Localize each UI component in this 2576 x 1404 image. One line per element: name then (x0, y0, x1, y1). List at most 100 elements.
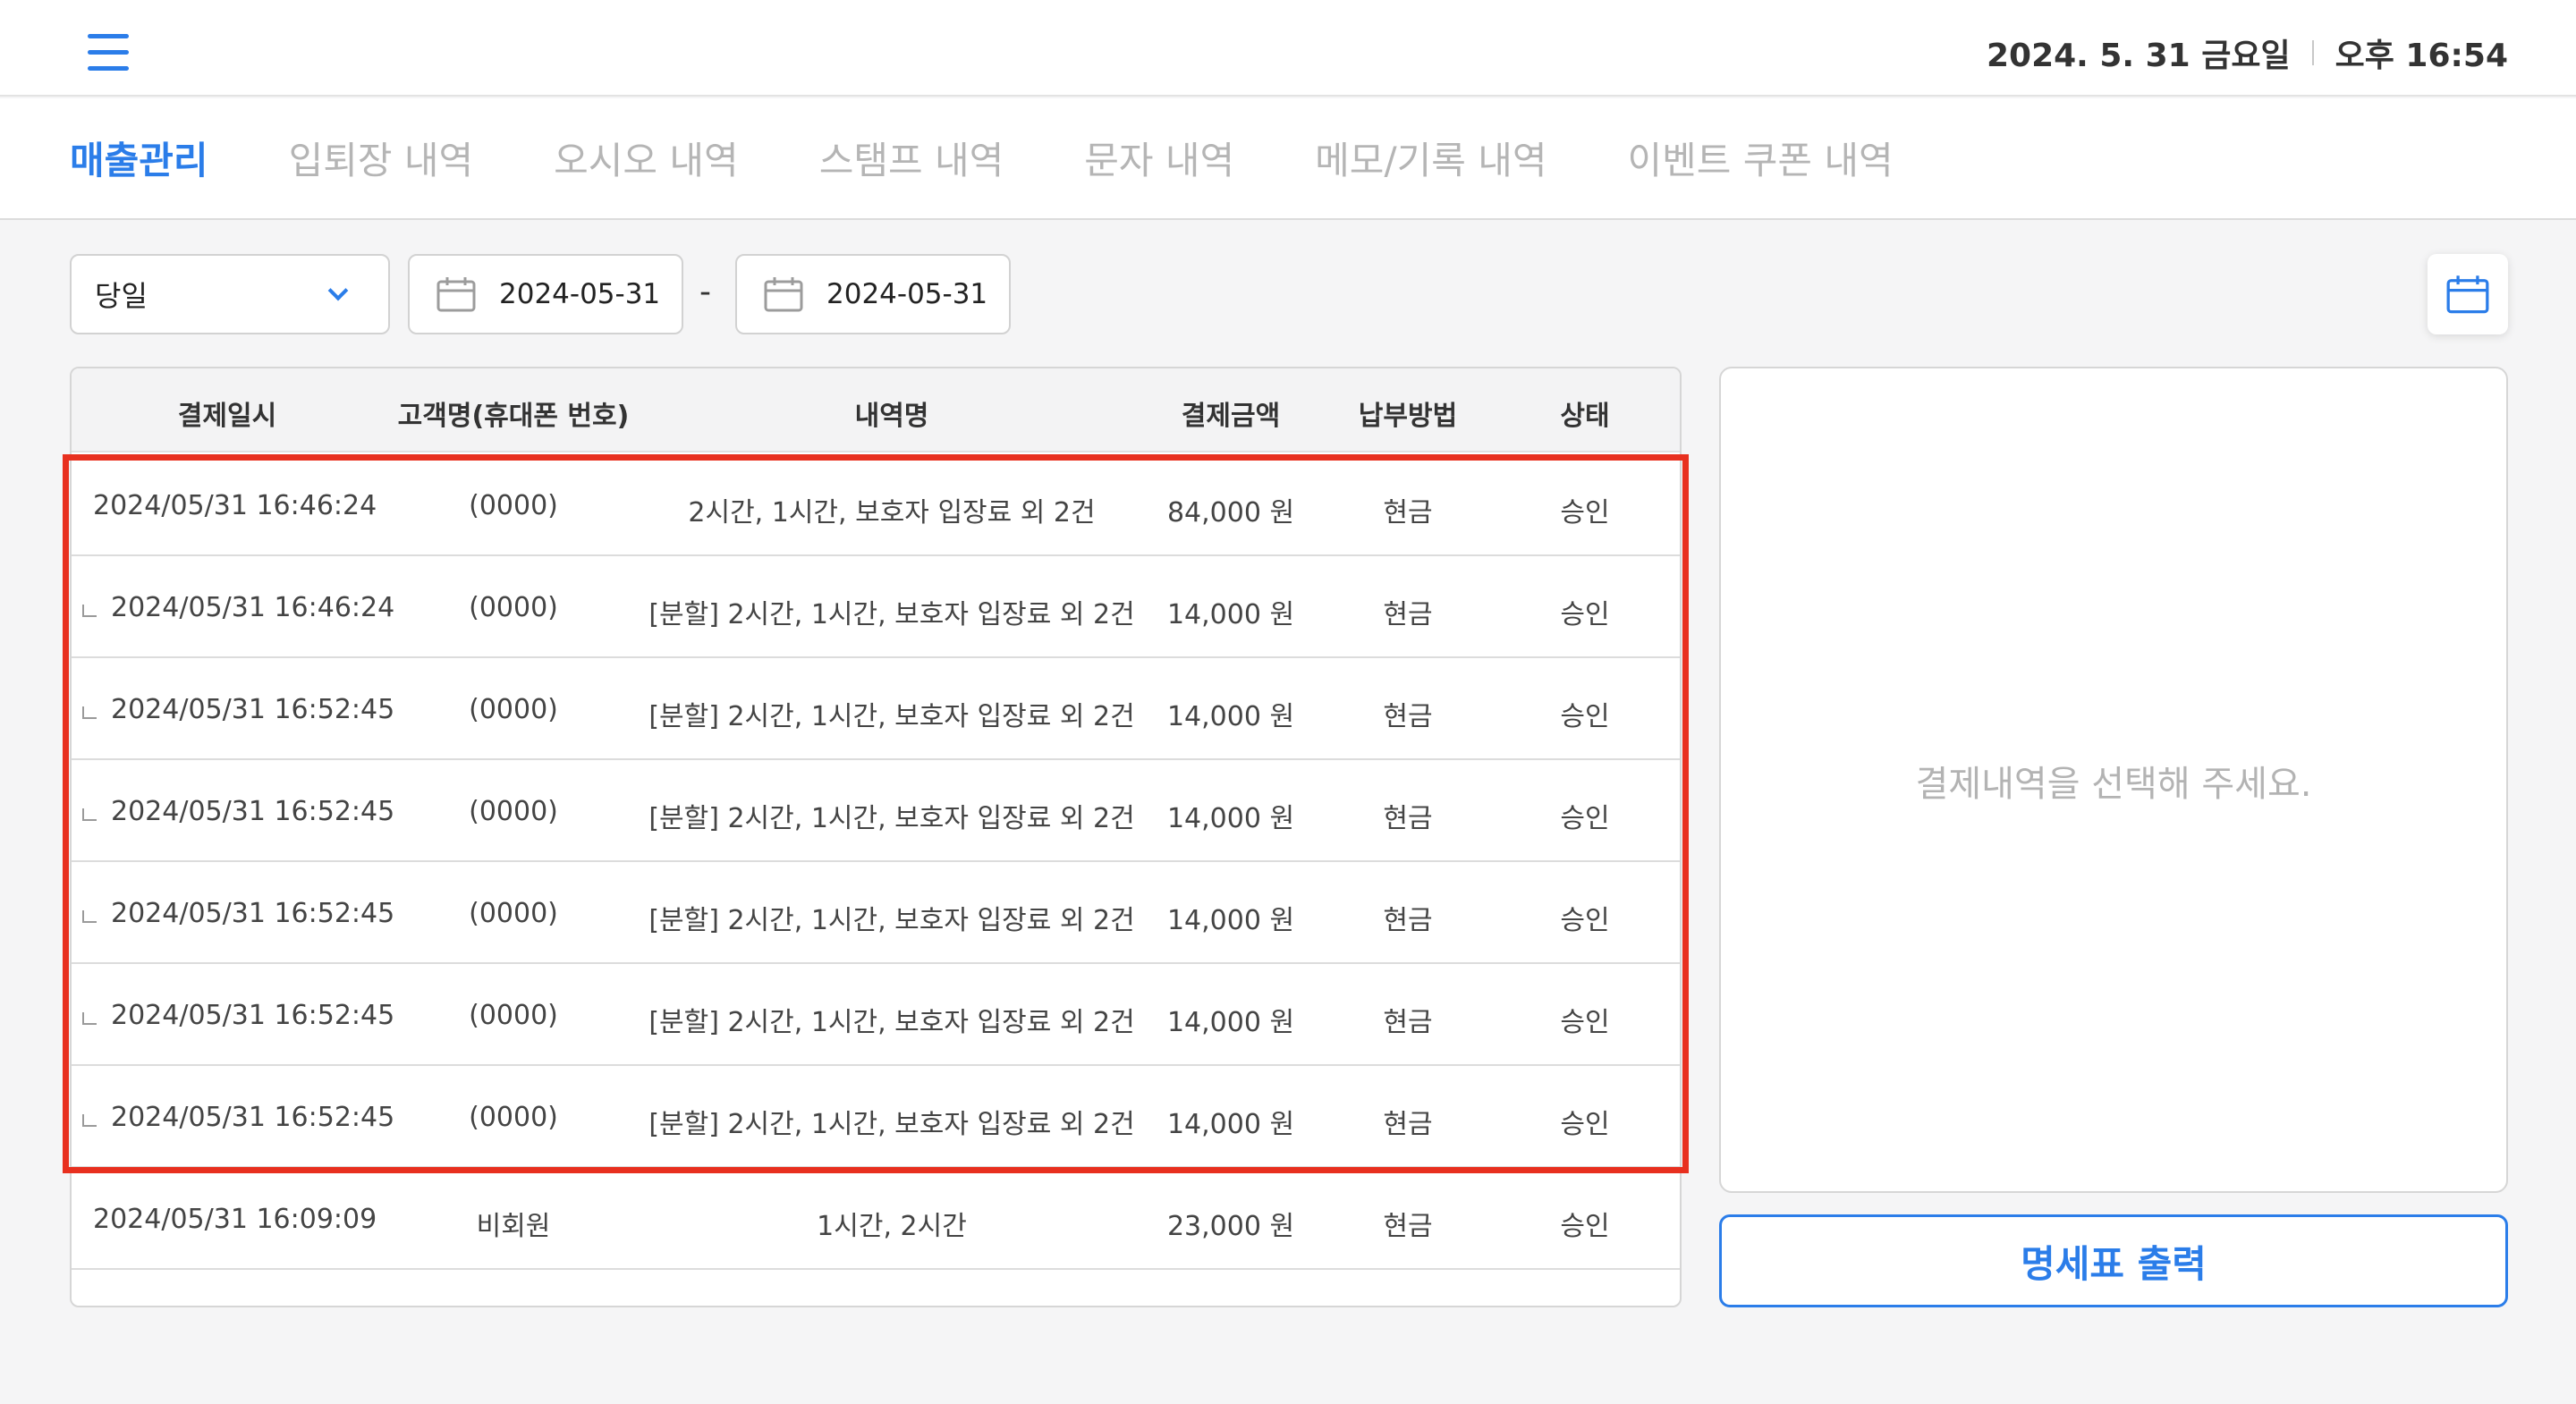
menu-icon[interactable] (88, 34, 132, 72)
tab-1[interactable]: 입퇴장 내역 (289, 131, 474, 185)
table-row-split[interactable]: 2024/05/31 16:52:45 (0000) [분할] 2시간, 1시간, … (72, 1066, 1680, 1168)
start-date-value: 2024-05-31 (499, 278, 661, 310)
cell-status: 승인 (1560, 803, 1610, 834)
cell-amount: 84,000 원 (1166, 497, 1295, 529)
clock: 2024. 5. 31 금요일 오후 16:54 (1987, 30, 2508, 75)
cell-method: 현금 (1383, 599, 1433, 630)
cell-method: 현금 (1383, 905, 1433, 936)
split-arrow-icon (82, 605, 97, 617)
table-row-split[interactable]: 2024/05/31 16:46:24 (0000) [분할] 2시간, 1시간, … (72, 556, 1680, 658)
tab-list: 매출관리 입퇴장 내역 오시오 내역 스탬프 내역 문자 내역 메모/기록 내역 이벤트 쿠… (70, 131, 1974, 185)
table-header: 결제일시 고객명(휴대폰 번호) 내역명 결제금액 납부방법 상태 (72, 368, 1680, 452)
cell-status: 승인 (1560, 701, 1610, 732)
chevron-down-icon (327, 280, 349, 301)
tab-2[interactable]: 오시오 내역 (554, 131, 739, 185)
calendar-icon (764, 276, 803, 312)
cell-item: [분할] 2시간, 1시간, 보호자 입장료 외 2건 (648, 905, 1135, 936)
cell-status: 승인 (1560, 1109, 1610, 1140)
top-bar: 2024. 5. 31 금요일 오후 16:54 (0, 0, 2576, 97)
cell-amount: 14,000 원 (1166, 803, 1295, 834)
cell-method: 현금 (1383, 803, 1433, 834)
cell-amount: 14,000 원 (1166, 1109, 1295, 1140)
cell-item: [분할] 2시간, 1시간, 보호자 입장료 외 2건 (648, 599, 1135, 630)
cell-amount: 14,000 원 (1166, 701, 1295, 732)
cell-method: 현금 (1383, 1109, 1433, 1140)
cell-customer: (0000) (469, 490, 558, 521)
payments-table: 결제일시 고객명(휴대폰 번호) 내역명 결제금액 납부방법 상태 2024/0… (70, 367, 1682, 1307)
cell-datetime: 2024/05/31 16:52:45 (111, 1000, 395, 1031)
table-row[interactable]: 2024/05/31 16:46:24 (0000) 2시간, 1시간, 보호자 입… (72, 454, 1680, 556)
current-time: 오후 16:54 (2334, 38, 2508, 74)
cell-status: 승인 (1560, 1007, 1610, 1038)
cell-status: 승인 (1560, 497, 1610, 529)
table-row-split[interactable]: 2024/05/31 16:52:45 (0000) [분할] 2시간, 1시간, … (72, 658, 1680, 760)
clock-divider (2311, 40, 2314, 65)
split-arrow-icon (82, 910, 97, 923)
tab-6[interactable]: 이벤트 쿠폰 내역 (1628, 131, 1894, 185)
cell-customer: (0000) (469, 898, 558, 929)
cell-customer: (0000) (469, 592, 558, 623)
column-header-amount: 결제금액 (1181, 401, 1281, 432)
cell-datetime: 2024/05/31 16:52:45 (111, 796, 395, 827)
cell-amount: 14,000 원 (1166, 905, 1295, 936)
end-date-field[interactable]: 2024-05-31 (735, 254, 1011, 334)
cell-amount: 14,000 원 (1166, 1007, 1295, 1038)
column-header-datetime: 결제일시 (177, 401, 277, 432)
cell-datetime: 2024/05/31 16:52:45 (111, 898, 395, 929)
calendar-button[interactable] (2428, 254, 2508, 334)
column-header-status: 상태 (1560, 401, 1610, 432)
cell-datetime: 2024/05/31 16:09:09 (93, 1204, 377, 1235)
split-arrow-icon (82, 808, 97, 821)
split-arrow-icon (82, 706, 97, 719)
print-statement-button[interactable]: 명세표 출력 (1719, 1214, 2508, 1307)
cell-datetime: 2024/05/31 16:46:24 (93, 490, 377, 521)
cell-customer: (0000) (469, 1000, 558, 1031)
period-select-value: 당일 (95, 279, 148, 313)
cell-customer: (0000) (469, 796, 558, 827)
period-select[interactable]: 당일 (70, 254, 390, 334)
split-arrow-icon (82, 1114, 97, 1127)
cell-item: [분할] 2시간, 1시간, 보호자 입장료 외 2건 (648, 803, 1135, 834)
cell-item: [분할] 2시간, 1시간, 보호자 입장료 외 2건 (648, 701, 1135, 732)
table-row-split[interactable]: 2024/05/31 16:52:45 (0000) [분할] 2시간, 1시간, … (72, 862, 1680, 964)
cell-item: 2시간, 1시간, 보호자 입장료 외 2건 (688, 497, 1096, 529)
split-arrow-icon (82, 1012, 97, 1025)
end-date-value: 2024-05-31 (826, 278, 988, 310)
tab-5[interactable]: 메모/기록 내역 (1315, 131, 1546, 185)
cell-item: 1시간, 2시간 (817, 1211, 967, 1242)
calendar-icon (2446, 275, 2489, 314)
start-date-field[interactable]: 2024-05-31 (408, 254, 683, 334)
table-row-split[interactable]: 2024/05/31 16:52:45 (0000) [분할] 2시간, 1시간, … (72, 760, 1680, 862)
cell-method: 현금 (1383, 701, 1433, 732)
column-header-method: 납부방법 (1358, 401, 1458, 432)
cell-datetime: 2024/05/31 16:46:24 (111, 592, 395, 623)
column-header-customer: 고객명(휴대폰 번호) (397, 401, 630, 432)
tab-0[interactable]: 매출관리 (70, 131, 208, 185)
cell-method: 현금 (1383, 1211, 1433, 1242)
cell-customer: (0000) (469, 694, 558, 725)
tab-3[interactable]: 스탬프 내역 (819, 131, 1004, 185)
column-header-item: 내역명 (854, 401, 929, 432)
tab-4[interactable]: 문자 내역 (1084, 131, 1234, 185)
cell-item: [분할] 2시간, 1시간, 보호자 입장료 외 2건 (648, 1007, 1135, 1038)
table-row[interactable]: 2024/05/31 16:09:09 비회원 1시간, 2시간 23,000 원 현금… (72, 1168, 1680, 1270)
cell-customer: 비회원 (476, 1211, 551, 1242)
current-date: 2024. 5. 31 금요일 (1986, 38, 2291, 74)
cell-status: 승인 (1560, 1211, 1610, 1242)
cell-item: [분할] 2시간, 1시간, 보호자 입장료 외 2건 (648, 1109, 1135, 1140)
payment-detail-panel: 결제내역을 선택해 주세요. (1719, 367, 2508, 1193)
calendar-icon (436, 276, 476, 312)
cell-status: 승인 (1560, 905, 1610, 936)
empty-message: 결제내역을 선택해 주세요. (1915, 764, 2312, 805)
cell-method: 현금 (1383, 497, 1433, 529)
cell-datetime: 2024/05/31 16:52:45 (111, 694, 395, 725)
date-range-separator: - (699, 274, 711, 310)
tab-bar: 매출관리 입퇴장 내역 오시오 내역 스탬프 내역 문자 내역 메모/기록 내역 이벤트 쿠… (0, 98, 2576, 220)
cell-amount: 14,000 원 (1166, 599, 1295, 630)
cell-status: 승인 (1560, 599, 1610, 630)
table-row-split[interactable]: 2024/05/31 16:52:45 (0000) [분할] 2시간, 1시간, … (72, 964, 1680, 1066)
cell-datetime: 2024/05/31 16:52:45 (111, 1102, 395, 1133)
cell-customer: (0000) (469, 1102, 558, 1133)
cell-amount: 23,000 원 (1166, 1211, 1295, 1242)
cell-method: 현금 (1383, 1007, 1433, 1038)
